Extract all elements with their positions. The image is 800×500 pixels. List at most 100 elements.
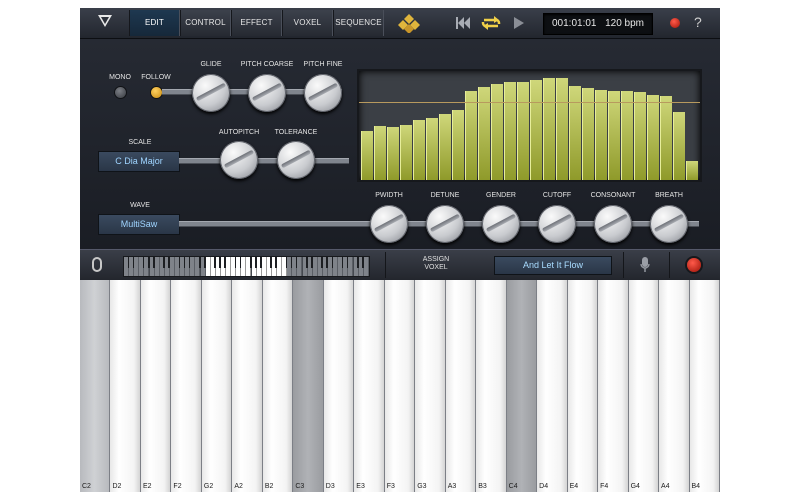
- piano-key-label: A3: [447, 483, 457, 490]
- autopitch-knob[interactable]: [220, 141, 258, 179]
- gender-label: GENDER: [486, 192, 516, 199]
- piano-key-a4[interactable]: A4: [659, 280, 690, 492]
- tab-edit[interactable]: EDIT: [129, 10, 180, 36]
- spectrum-bar: [465, 91, 477, 180]
- app-window: EDIT CONTROL EFFECT VOXEL SEQUENCE 001:0…: [80, 8, 720, 492]
- piano-key-g3[interactable]: G3: [415, 280, 446, 492]
- piano-key-label: F3: [386, 483, 395, 490]
- divider: [385, 252, 386, 278]
- autopitch-label: AUTOPITCH: [218, 129, 260, 136]
- pitch-coarse-knob[interactable]: [248, 74, 286, 112]
- piano-key-f4[interactable]: F4: [598, 280, 629, 492]
- spectrum-bar: [686, 161, 698, 180]
- spectrum-bar: [647, 95, 659, 180]
- paperclip-icon[interactable]: [92, 257, 102, 272]
- skip-back-icon[interactable]: [456, 17, 470, 29]
- tolerance-knob[interactable]: [277, 141, 315, 179]
- piano-key-label: B3: [478, 483, 487, 490]
- pitch-fine-knob[interactable]: [304, 74, 342, 112]
- tab-control[interactable]: CONTROL: [180, 10, 231, 36]
- assign-label: ASSIGN: [422, 256, 450, 263]
- record-icon[interactable]: [670, 18, 680, 28]
- scale-label: SCALE: [128, 139, 152, 146]
- menu-triangle-icon[interactable]: [98, 15, 112, 27]
- piano-key-a3[interactable]: A3: [445, 280, 477, 492]
- glide-label: GLIDE: [200, 61, 222, 68]
- voxel-song-selector[interactable]: And Let It Flow: [494, 256, 612, 275]
- piano-key-c4[interactable]: C4: [506, 280, 538, 492]
- tab-effect[interactable]: EFFECT: [231, 10, 282, 36]
- piano-key-e2[interactable]: E2: [140, 280, 172, 492]
- help-button[interactable]: ?: [694, 14, 702, 30]
- keyboard-control-strip: ASSIGN VOXEL And Let It Flow: [80, 249, 720, 280]
- piano-key-a2[interactable]: A2: [232, 280, 263, 492]
- gender-knob[interactable]: [482, 205, 520, 243]
- consonant-knob[interactable]: [594, 205, 632, 243]
- mini-keyboard-navigator[interactable]: [123, 256, 370, 277]
- tolerance-label: TOLERANCE: [274, 129, 318, 136]
- cutoff-knob[interactable]: [538, 205, 576, 243]
- scale-selector[interactable]: C Dia Major: [98, 151, 180, 172]
- spectrum-bar: [413, 120, 425, 180]
- spectrum-bar: [478, 87, 490, 180]
- loop-icon[interactable]: [480, 16, 502, 30]
- pwidth-knob[interactable]: [370, 205, 408, 243]
- detune-knob[interactable]: [426, 205, 464, 243]
- divider: [623, 252, 624, 278]
- spectrum-bar: [595, 90, 607, 180]
- spectrum-bar: [608, 91, 620, 180]
- spectrum-bar: [621, 91, 633, 180]
- piano-key-label: E4: [569, 483, 579, 490]
- pitch-fine-label: PITCH FINE: [303, 61, 343, 68]
- spectrum-bar: [400, 125, 412, 180]
- piano-key-b3[interactable]: B3: [476, 280, 507, 492]
- spectrum-bar: [387, 127, 399, 180]
- spectrum-bar: [530, 80, 542, 180]
- piano-key-label: D3: [325, 483, 335, 490]
- piano-key-d4[interactable]: D4: [537, 280, 568, 492]
- detune-label: DETUNE: [430, 192, 460, 199]
- wave-selector[interactable]: MultiSaw: [98, 214, 180, 235]
- piano-key-f3[interactable]: F3: [384, 280, 416, 492]
- piano-key-e3[interactable]: E3: [354, 280, 385, 492]
- tab-sequence[interactable]: SEQUENCE: [333, 10, 384, 36]
- record-icon[interactable]: [687, 258, 701, 272]
- tab-voxel[interactable]: VOXEL: [282, 10, 333, 36]
- assign-voxel-button[interactable]: ASSIGN VOXEL: [415, 256, 457, 272]
- piano-key-label: B4: [691, 483, 701, 490]
- piano-key-label: D2: [112, 483, 122, 490]
- piano-key-g4[interactable]: G4: [628, 280, 660, 492]
- piano-key-label: A4: [661, 483, 670, 490]
- piano-key-b4[interactable]: B4: [689, 280, 720, 492]
- piano-key-e4[interactable]: E4: [567, 280, 599, 492]
- breath-label: BREATH: [655, 192, 683, 199]
- breath-knob[interactable]: [650, 205, 688, 243]
- play-icon[interactable]: [514, 17, 524, 29]
- spectrum-bar: [673, 112, 685, 180]
- piano-keyboard: C2 D2 E2 F2 G2 A2 B2 C3 D3 E3 F3 G3 A3 B3 C4 D4 E4 F4 G4 A4…: [80, 280, 720, 492]
- microphone-icon[interactable]: [640, 257, 650, 273]
- piano-key-c3[interactable]: C3: [293, 280, 324, 492]
- piano-key-c2[interactable]: C2: [80, 280, 111, 492]
- mini-key: [363, 257, 369, 276]
- piano-key-label: B2: [264, 483, 274, 490]
- tempo-readout: 120 bpm: [605, 18, 644, 29]
- wire: [179, 158, 349, 164]
- piano-key-b2[interactable]: B2: [262, 280, 294, 492]
- mono-label: MONO: [109, 74, 131, 81]
- piano-key-g2[interactable]: G2: [201, 280, 233, 492]
- piano-key-label: D4: [539, 483, 549, 490]
- piano-key-label: E2: [142, 483, 152, 490]
- piano-key-f2[interactable]: F2: [171, 280, 202, 492]
- top-toolbar: EDIT CONTROL EFFECT VOXEL SEQUENCE 001:0…: [80, 8, 720, 39]
- spectrum-bar: [517, 82, 529, 180]
- glide-knob[interactable]: [192, 74, 230, 112]
- piano-key-d2[interactable]: D2: [110, 280, 141, 492]
- cutoff-label: CUTOFF: [542, 192, 572, 199]
- mono-toggle[interactable]: [114, 86, 127, 99]
- voxel-label: VOXEL: [424, 264, 448, 271]
- piano-key-d3[interactable]: D3: [323, 280, 355, 492]
- spectrum-bar: [374, 126, 386, 180]
- follow-label: FOLLOW: [141, 74, 171, 81]
- wave-label: WAVE: [130, 202, 150, 209]
